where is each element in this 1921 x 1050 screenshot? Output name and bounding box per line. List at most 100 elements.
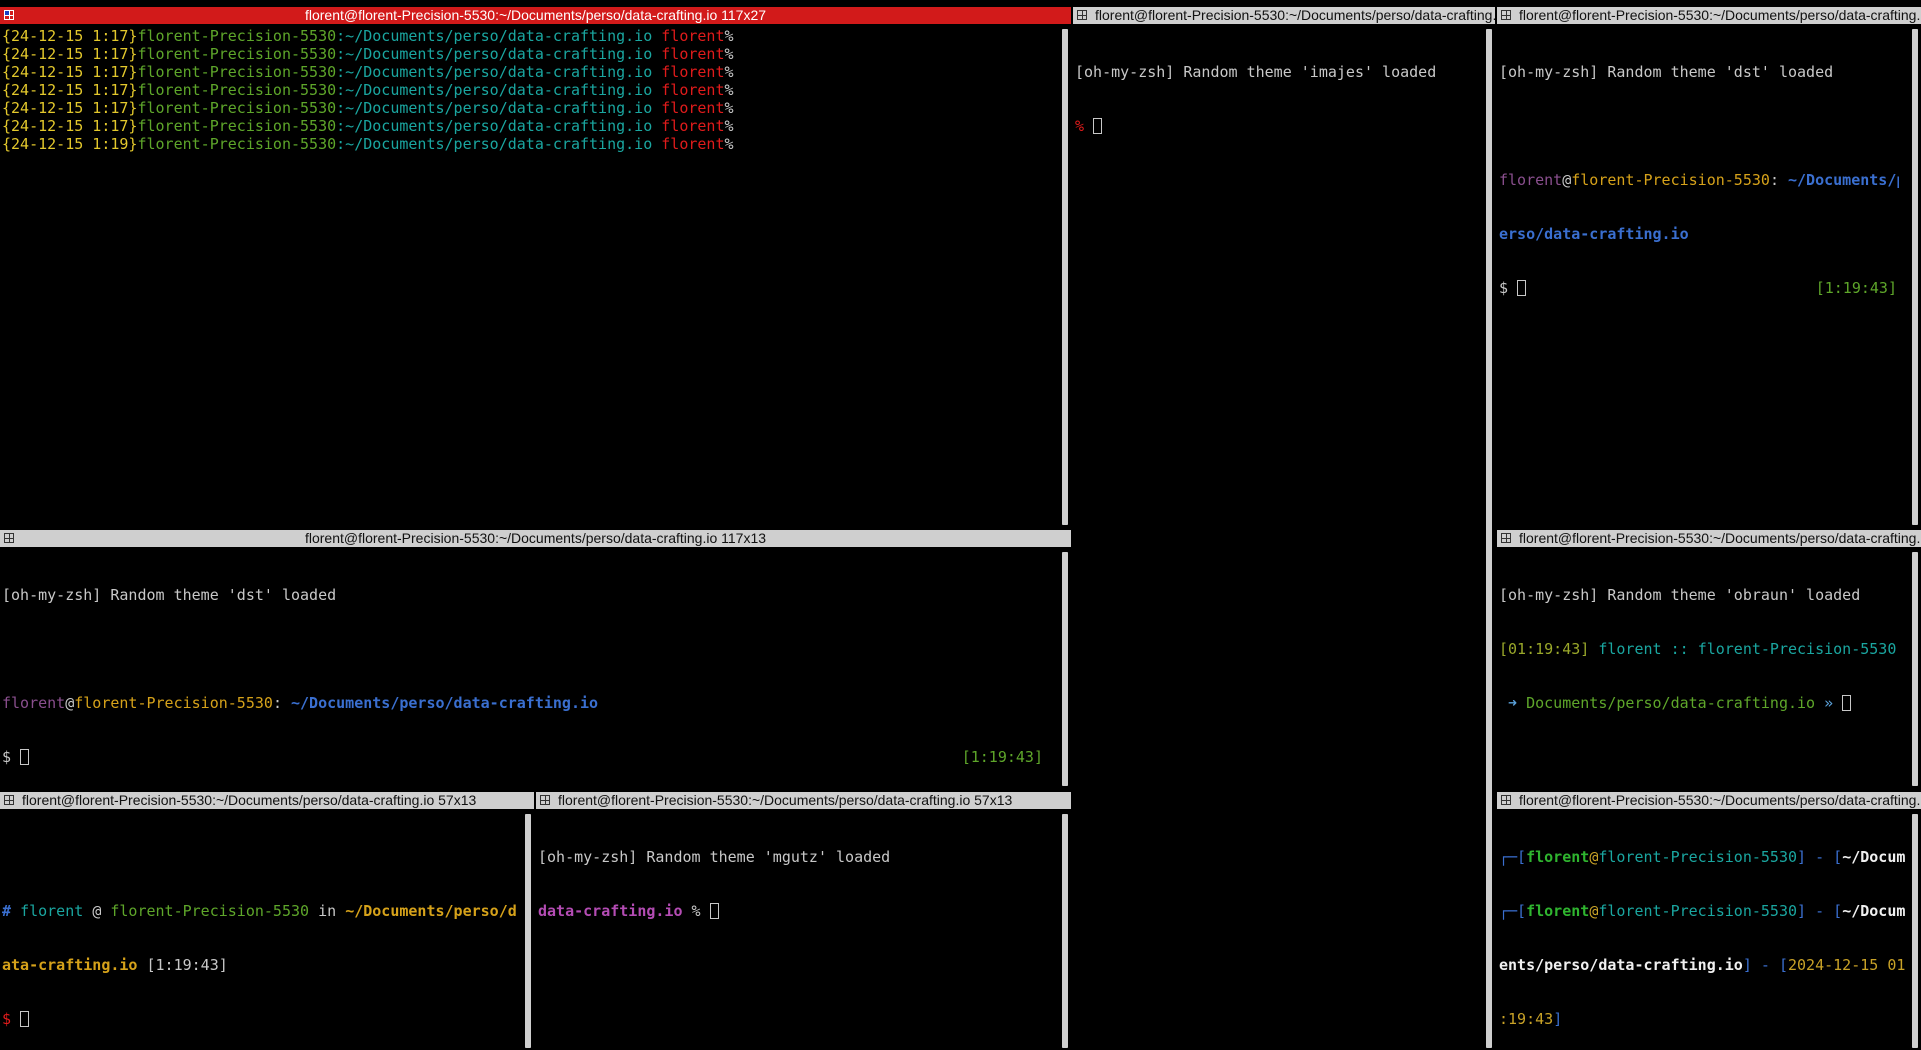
prompt-line[interactable]: ➜ Documents/perso/data-crafting.io » xyxy=(1499,694,1907,712)
prompt-symbol: % xyxy=(724,45,734,63)
terminal-output[interactable]: ┌─[florent@florent-Precision-5530] - [~/… xyxy=(1499,812,1907,1050)
theme-message: [oh-my-zsh] Random theme 'mgutz' loaded xyxy=(538,848,891,866)
prompt-info-line-wrap: :19:43] xyxy=(1499,1010,1907,1028)
terminal-pane-main[interactable]: florent@florent-Precision-5530:~/Documen… xyxy=(0,7,1071,527)
prompt-user: florent xyxy=(661,135,725,153)
terminal-pane-parrot[interactable]: florent@florent-Precision-5530:~/Documen… xyxy=(1497,792,1921,1050)
text-cursor xyxy=(1517,280,1527,296)
pane-menu-icon[interactable] xyxy=(4,795,14,805)
pane-menu-icon[interactable] xyxy=(540,795,550,805)
text-cursor xyxy=(1093,118,1103,134)
prompt-line[interactable]: data-crafting.io % xyxy=(538,902,1057,920)
pane-menu-icon[interactable] xyxy=(1501,795,1511,805)
pane-menu-icon[interactable] xyxy=(1501,10,1511,20)
prompt-line[interactable]: $ [1:19:43] xyxy=(1499,279,1899,297)
scrollbar-thumb[interactable] xyxy=(1912,29,1918,525)
scrollbar-thumb[interactable] xyxy=(1912,814,1918,1048)
pane-titlebar[interactable]: florent@florent-Precision-5530:~/Documen… xyxy=(0,530,1071,547)
terminal-pane-obraun[interactable]: florent@florent-Precision-5530:~/Documen… xyxy=(1497,530,1921,788)
prompt-info-line: # florent @ florent-Precision-5530 in ~/… xyxy=(2,902,520,920)
terminal-pane-bottom-left[interactable]: florent@florent-Precision-5530:~/Documen… xyxy=(0,792,534,1050)
pane-titlebar[interactable]: florent@florent-Precision-5530:~/Documen… xyxy=(536,792,1071,809)
scrollbar-thumb[interactable] xyxy=(1062,552,1068,786)
history-line: {24-12-15 1:17}florent-Precision-5530:~/… xyxy=(2,99,1057,117)
scrollbar-thumb[interactable] xyxy=(1062,29,1068,525)
pane-title: florent@florent-Precision-5530:~/Documen… xyxy=(304,530,767,546)
scrollbar[interactable] xyxy=(1912,814,1918,1048)
scrollbar-thumb[interactable] xyxy=(1486,29,1492,1048)
history-line: {24-12-15 1:17}florent-Precision-5530:~/… xyxy=(2,63,1057,81)
terminal-output[interactable]: [oh-my-zsh] Random theme 'mgutz' loaded … xyxy=(538,812,1057,1050)
prompt-info-line: [01:19:43] florent :: florent-Precision-… xyxy=(1499,640,1907,658)
scrollbar[interactable] xyxy=(525,814,531,1048)
pane-titlebar[interactable]: florent@florent-Precision-5530:~/Documen… xyxy=(0,7,1071,24)
prompt-at: @ xyxy=(1562,171,1572,189)
prompt-separator: ] - [ xyxy=(1742,956,1788,974)
terminal-output[interactable]: [oh-my-zsh] Random theme 'imajes' loaded… xyxy=(1075,27,1481,1050)
terminal-pane-dst-right[interactable]: florent@florent-Precision-5530: ~/Documen… xyxy=(1497,7,1921,527)
terminal-pane-dst-mid[interactable]: florent@florent-Precision-5530: ~/Documen… xyxy=(0,530,1071,788)
scrollbar-thumb[interactable] xyxy=(1912,552,1918,786)
prompt-bracket: ┌─[ xyxy=(1499,848,1527,866)
scrollbar[interactable] xyxy=(1912,29,1918,525)
pane-menu-icon[interactable] xyxy=(1501,533,1511,543)
pane-menu-icon[interactable] xyxy=(1077,10,1087,20)
history-line: {24-12-15 1:17}florent-Precision-5530:~/… xyxy=(2,81,1057,99)
prompt-user: florent xyxy=(20,902,84,920)
pane-titlebar[interactable]: florent@florent-Precision-5530:~/Documen… xyxy=(1497,792,1921,809)
prompt-host: florent-Precision-5530 xyxy=(1697,640,1897,658)
prompt-path-cont: erso/data-crafting.io xyxy=(1499,225,1689,243)
prompt-symbol: % xyxy=(724,135,734,153)
prompt-at: @ xyxy=(92,902,102,920)
scrollbar[interactable] xyxy=(1062,552,1068,786)
terminal-output[interactable]: [oh-my-zsh] Random theme 'dst' loaded fl… xyxy=(2,550,1045,788)
pane-titlebar[interactable]: florent@florent-Precision-5530:~/Documen… xyxy=(1497,7,1921,24)
prompt-path: ~/Documents/perso/d xyxy=(345,902,517,920)
scrollbar[interactable] xyxy=(1062,29,1068,525)
prompt-symbol: $ xyxy=(2,748,12,766)
pane-titlebar[interactable]: florent@florent-Precision-5530:~/Documen… xyxy=(1073,7,1495,24)
pane-title: florent@florent-Precision-5530:~/Documen… xyxy=(1095,7,1495,23)
prompt-bracket: ┌─[ xyxy=(1499,902,1527,920)
text-cursor xyxy=(20,1011,30,1027)
theme-message: [oh-my-zsh] Random theme 'dst' loaded xyxy=(1499,63,1834,81)
prompt-line[interactable]: $ xyxy=(2,1010,520,1028)
prompt-host: florent-Precision-5530 xyxy=(1571,171,1770,189)
prompt-info-line: ┌─[florent@florent-Precision-5530] - [~/… xyxy=(1499,902,1907,920)
prompt-path: :~/Documents/perso/data-crafting.io xyxy=(336,63,653,81)
prompt-line[interactable]: $ [1:19:43] xyxy=(2,748,1045,766)
pane-titlebar[interactable]: florent@florent-Precision-5530:~/Documen… xyxy=(0,792,534,809)
scrollbar-thumb[interactable] xyxy=(1062,814,1068,1048)
scrollbar[interactable] xyxy=(1486,29,1492,1048)
terminal-output[interactable]: {24-12-15 1:17}florent-Precision-5530:~/… xyxy=(2,27,1057,527)
prompt-user: florent xyxy=(661,81,725,99)
terminal-pane-mgutz[interactable]: florent@florent-Precision-5530:~/Documen… xyxy=(536,792,1071,1050)
prompt-timestamp: {24-12-15 1:17} xyxy=(2,99,138,117)
prompt-info-line: ┌─[florent@florent-Precision-5530] - [~/… xyxy=(1499,848,1907,866)
terminal-output[interactable]: # florent @ florent-Precision-5530 in ~/… xyxy=(2,812,520,1050)
theme-message: [oh-my-zsh] Random theme 'imajes' loaded xyxy=(1075,63,1437,81)
text-cursor xyxy=(20,749,30,765)
prompt-user: florent xyxy=(661,117,725,135)
prompt-separator: ] - [ xyxy=(1797,902,1843,920)
prompt-path: :~/Documents/perso/data-crafting.io xyxy=(336,117,653,135)
scrollbar[interactable] xyxy=(1062,814,1068,1048)
prompt-at: @ xyxy=(1589,848,1599,866)
terminal-output[interactable]: [oh-my-zsh] Random theme 'dst' loaded fl… xyxy=(1499,27,1899,527)
terminal-output[interactable]: [oh-my-zsh] Random theme 'obraun' loaded… xyxy=(1499,550,1907,788)
prompt-user: florent xyxy=(1499,171,1563,189)
prompt-path-cont: ata-crafting.io xyxy=(2,956,138,974)
pane-titlebar[interactable]: florent@florent-Precision-5530:~/Documen… xyxy=(1497,530,1921,547)
history-line: {24-12-15 1:17}florent-Precision-5530:~/… xyxy=(2,45,1057,63)
prompt-user: florent xyxy=(1526,848,1590,866)
prompt-info-line-wrap: ents/perso/data-crafting.io] - [2024-12-… xyxy=(1499,956,1907,974)
scrollbar[interactable] xyxy=(1912,552,1918,786)
scrollbar-thumb[interactable] xyxy=(525,814,531,1048)
prompt-date: 2024-12-15 01 xyxy=(1788,956,1906,974)
terminal-pane-imajes[interactable]: florent@florent-Precision-5530:~/Documen… xyxy=(1073,7,1495,1050)
prompt-line[interactable]: % xyxy=(1075,117,1481,135)
